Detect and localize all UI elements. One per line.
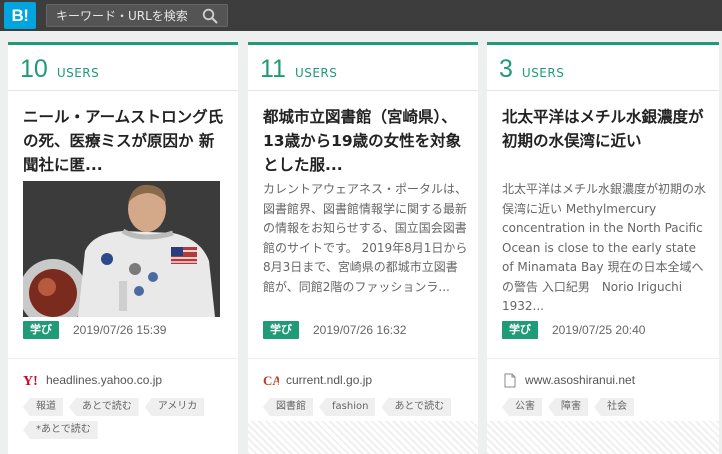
divider [8,90,238,91]
astronaut-photo [23,181,220,317]
card-footer-pattern [248,421,478,454]
page-icon [502,372,518,388]
svg-text:CA: CA [263,373,279,387]
search-icon[interactable] [202,8,218,24]
ca-icon: CA [263,372,279,388]
entry-meta: 学び 2019/07/26 16:32 [263,321,406,339]
divider [487,90,719,91]
entry-title[interactable]: 都城市立図書館（宮崎県）、13歳から19歳の女性を対象とした服... [263,105,468,177]
svg-text:Y!: Y! [23,374,38,387]
entry-site[interactable]: Y! headlines.yahoo.co.jp [23,372,162,388]
tag-chip[interactable]: 公害 [502,398,542,416]
users-count[interactable]: 10 USERS [20,55,99,84]
search-input[interactable]: キーワード・URLを検索 [46,4,228,27]
entry-title[interactable]: ニール・アームストロング氏の死、医療ミスが原因か 新聞社に匿... [23,105,228,177]
users-number: 11 [260,55,286,83]
users-label: USERS [56,66,100,80]
tag-list: 公害 障害 社会 [502,398,707,416]
entry-card: 3 USERS 北太平洋はメチル水銀濃度が初期の水俣湾に近い 北太平洋はメチル水… [487,42,719,454]
card-footer-pattern [487,421,719,454]
entry-excerpt: 北太平洋はメチル水銀濃度が初期の水俣湾に近い Methylmercury con… [502,182,707,313]
tag-chip[interactable]: あとで読む [69,398,139,416]
yahoo-icon: Y! [23,372,39,388]
site-domain: www.asoshiranui.net [525,373,636,387]
users-count[interactable]: 11 USERS [260,55,337,84]
tag-chip[interactable]: 報道 [23,398,63,416]
tag-chip[interactable]: 社会 [594,398,634,416]
divider [248,358,478,359]
entry-title[interactable]: 北太平洋はメチル水銀濃度が初期の水俣湾に近い [502,105,707,153]
entry-date: 2019/07/25 20:40 [552,323,646,337]
entry-site[interactable]: CA current.ndl.go.jp [263,372,372,388]
entry-card: 10 USERS ニール・アームストロング氏の死、医療ミスが原因か 新聞社に匿.… [8,42,238,454]
site-domain: current.ndl.go.jp [286,373,373,387]
entry-date: 2019/07/26 16:32 [313,323,407,337]
divider [487,358,719,359]
category-badge[interactable]: 学び [502,321,538,339]
entry-date: 2019/07/26 15:39 [73,323,167,337]
users-number: 10 [20,55,48,83]
site-domain: headlines.yahoo.co.jp [46,373,163,387]
top-bar: B! キーワード・URLを検索 [0,0,722,31]
search-placeholder: キーワード・URLを検索 [56,9,188,23]
users-label: USERS [521,66,565,80]
category-badge[interactable]: 学び [263,321,299,339]
category-badge[interactable]: 学び [23,321,59,339]
entry-meta: 学び 2019/07/25 20:40 [502,321,645,339]
tag-chip[interactable]: あとで読む [381,398,452,416]
entry-excerpt: カレントアウェアネス・ポータルは、図書館界、図書館情報学に関する最新の情報をお知… [263,182,468,294]
entry-thumbnail[interactable] [23,181,220,317]
entry-card: 11 USERS 都城市立図書館（宮崎県）、13歳から19歳の女性を対象とした服… [248,42,478,454]
tag-list: 図書館 fashion あとで読む [263,398,468,416]
users-number: 3 [499,55,513,83]
tag-chip[interactable]: fashion [319,398,376,416]
tag-chip[interactable]: *あとで読む [23,421,98,439]
tag-chip[interactable]: 図書館 [263,398,313,416]
divider [8,358,238,359]
hatena-bookmark-logo[interactable]: B! [4,2,36,29]
tag-chip[interactable]: アメリカ [144,398,205,416]
users-label: USERS [294,66,338,80]
entry-site[interactable]: www.asoshiranui.net [502,372,635,388]
tag-list: 報道 あとで読む アメリカ *あとで読む [23,398,228,439]
entry-meta: 学び 2019/07/26 15:39 [23,321,166,339]
tag-chip[interactable]: 障害 [548,398,588,416]
divider [248,90,478,91]
users-count[interactable]: 3 USERS [499,55,564,84]
